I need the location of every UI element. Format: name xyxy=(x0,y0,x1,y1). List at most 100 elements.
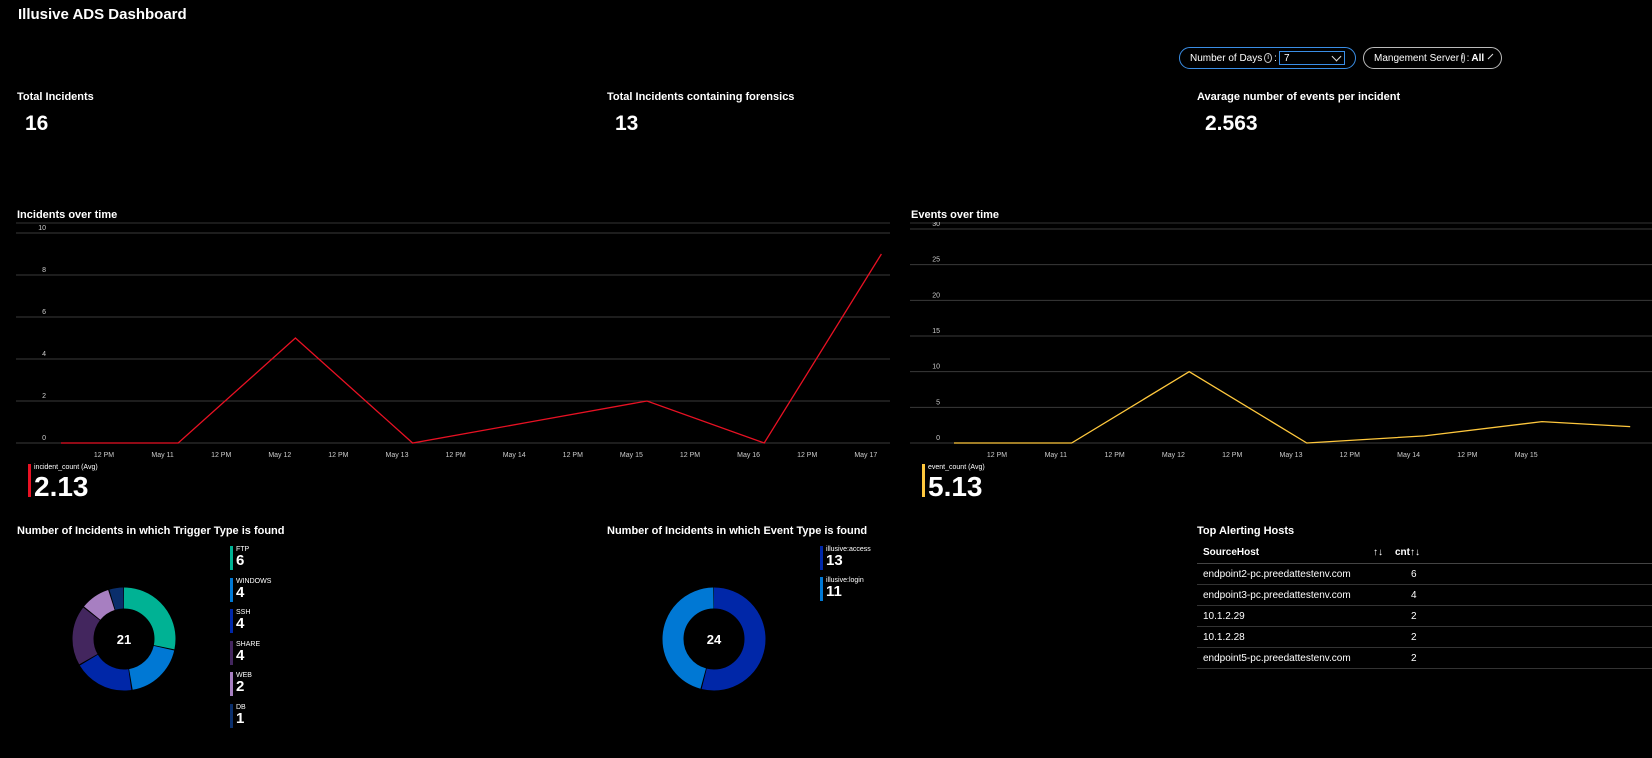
legend-item[interactable]: SHARE 4 xyxy=(230,640,260,665)
data-point[interactable] xyxy=(879,252,883,256)
server-label: Mangement Server xyxy=(1374,52,1460,64)
legend-color-bar xyxy=(820,546,823,570)
chevron-down-icon xyxy=(1487,53,1494,59)
chevron-down-icon xyxy=(1331,51,1342,61)
y-tick-label: 8 xyxy=(42,267,46,274)
info-icon: i xyxy=(1264,53,1273,63)
info-icon: i xyxy=(1461,53,1465,63)
series-line xyxy=(61,253,882,444)
event-type-title: Number of Incidents in which Event Type … xyxy=(607,525,868,537)
data-point[interactable] xyxy=(645,399,649,403)
y-tick-label: 10 xyxy=(932,364,940,371)
legend-item[interactable]: SSH 4 xyxy=(230,609,250,633)
legend-value: 11 xyxy=(826,583,842,600)
x-tick-label: 12 PM xyxy=(680,452,700,459)
data-point[interactable] xyxy=(528,420,532,424)
x-tick-label: May 15 xyxy=(1515,452,1538,459)
data-point[interactable] xyxy=(1070,441,1074,445)
incidents-avg-color-bar xyxy=(28,464,31,497)
x-tick-label: 12 PM xyxy=(1340,452,1360,459)
legend-value: 1 xyxy=(236,709,245,727)
legend-value: 6 xyxy=(236,552,245,569)
y-tick-label: 2 xyxy=(42,393,46,400)
kpi-value-forensics: 13 xyxy=(615,112,639,135)
data-point[interactable] xyxy=(1305,441,1309,445)
server-separator: : xyxy=(1466,52,1470,64)
number-of-days-filter[interactable]: Number of Days i : 7 xyxy=(1179,47,1356,69)
incidents-avg-label: incident_count (Avg) xyxy=(34,464,98,471)
y-tick-label: 6 xyxy=(42,309,46,316)
data-point[interactable] xyxy=(762,441,766,445)
legend-color-bar xyxy=(230,672,233,696)
management-server-filter[interactable]: Mangement Server i : All xyxy=(1363,47,1502,69)
data-point[interactable] xyxy=(59,441,63,445)
legend-color-bar xyxy=(820,577,823,601)
x-tick-label: May 14 xyxy=(1397,452,1420,459)
table-header-row: SourceHost ↑↓ cnt↑↓ xyxy=(1197,541,1652,564)
legend-value: 2 xyxy=(236,678,245,695)
x-tick-label: May 15 xyxy=(620,452,643,459)
data-point[interactable] xyxy=(176,441,180,445)
x-tick-label: May 17 xyxy=(854,452,877,459)
table-row[interactable]: endpoint3-pc.preedattestenv.com 4 xyxy=(1197,584,1652,606)
x-tick-label: May 12 xyxy=(268,452,291,459)
table-row[interactable]: 10.1.2.29 2 xyxy=(1197,605,1652,627)
events-line-chart[interactable]: 0 5 10 15 20 25 30 12 PM May 11 12 PM May 12 12 PM M… xyxy=(900,222,1652,462)
x-tick-label: May 13 xyxy=(1280,452,1303,459)
y-tick-label: 15 xyxy=(932,328,940,335)
host-cell: endpoint2-pc.preedattestenv.com xyxy=(1197,563,1389,585)
x-tick-label: 12 PM xyxy=(1104,452,1124,459)
event-type-donut[interactable]: 24 xyxy=(650,575,778,703)
data-point[interactable] xyxy=(1422,434,1426,438)
legend-item[interactable]: illusive:login 11 xyxy=(820,577,864,601)
incidents-line-chart[interactable]: 0 2 4 6 8 10 12 PM May 11 12 PM May 12 12 PM May 13… xyxy=(0,222,900,462)
trigger-type-donut[interactable]: 21 xyxy=(60,575,188,703)
x-tick-label: May 11 xyxy=(1045,452,1068,459)
y-tick-label: 0 xyxy=(42,435,46,442)
data-point[interactable] xyxy=(411,441,415,445)
days-select[interactable]: 7 xyxy=(1278,51,1345,65)
count-cell: 2 xyxy=(1389,647,1652,669)
data-point[interactable] xyxy=(1628,425,1632,429)
data-point[interactable] xyxy=(952,441,956,445)
data-point[interactable] xyxy=(1187,370,1191,374)
host-cell: 10.1.2.28 xyxy=(1197,626,1389,648)
count-cell: 2 xyxy=(1389,605,1652,627)
x-tick-label: May 14 xyxy=(503,452,526,459)
server-value: All xyxy=(1471,52,1485,64)
sort-icon[interactable]: ↑↓ xyxy=(1373,547,1383,558)
kpi-value-avg-events: 2.563 xyxy=(1205,112,1258,135)
data-point[interactable] xyxy=(293,336,297,340)
data-point[interactable] xyxy=(1540,420,1544,424)
legend-item[interactable]: WEB 2 xyxy=(230,672,252,696)
incidents-avg-value: 2.13 xyxy=(34,471,89,502)
y-tick-label: 0 xyxy=(936,435,940,442)
sort-icon[interactable]: ↑↓ xyxy=(1410,547,1420,558)
kpi-label-avg-events: Avarage number of events per incident xyxy=(1197,91,1401,103)
table-row[interactable]: 10.1.2.28 2 xyxy=(1197,626,1652,648)
column-header-cnt[interactable]: cnt↑↓ xyxy=(1389,541,1652,564)
y-tick-label: 20 xyxy=(932,292,940,299)
column-header-sourcehost[interactable]: SourceHost ↑↓ xyxy=(1197,541,1389,564)
host-cell: 10.1.2.29 xyxy=(1197,605,1389,627)
x-tick-label: 12 PM xyxy=(211,452,231,459)
events-chart-title: Events over time xyxy=(911,209,1000,221)
table-row[interactable]: endpoint2-pc.preedattestenv.com 6 xyxy=(1197,563,1652,585)
x-tick-label: 12 PM xyxy=(445,452,465,459)
host-cell: endpoint5-pc.preedattestenv.com xyxy=(1197,647,1389,669)
legend-item[interactable]: FTP 6 xyxy=(230,546,249,570)
event-type-legend: illusive:access 13 illusive:login 11 xyxy=(820,546,910,626)
legend-color-bar xyxy=(230,703,233,728)
events-avg-label: event_count (Avg) xyxy=(928,464,985,471)
legend-color-bar xyxy=(230,609,233,633)
legend-color-bar xyxy=(230,577,233,602)
page-title: Illusive ADS Dashboard xyxy=(18,6,187,23)
legend-item[interactable]: DB 1 xyxy=(230,703,246,728)
donut-total: 21 xyxy=(117,632,131,647)
kpi-value-total-incidents: 16 xyxy=(25,112,49,135)
table-row[interactable]: endpoint5-pc.preedattestenv.com 2 xyxy=(1197,647,1652,669)
count-cell: 6 xyxy=(1389,563,1652,585)
legend-item[interactable]: WINDOWS 4 xyxy=(230,577,271,602)
days-value: 7 xyxy=(1283,52,1290,64)
legend-item[interactable]: illusive:access 13 xyxy=(820,546,871,570)
